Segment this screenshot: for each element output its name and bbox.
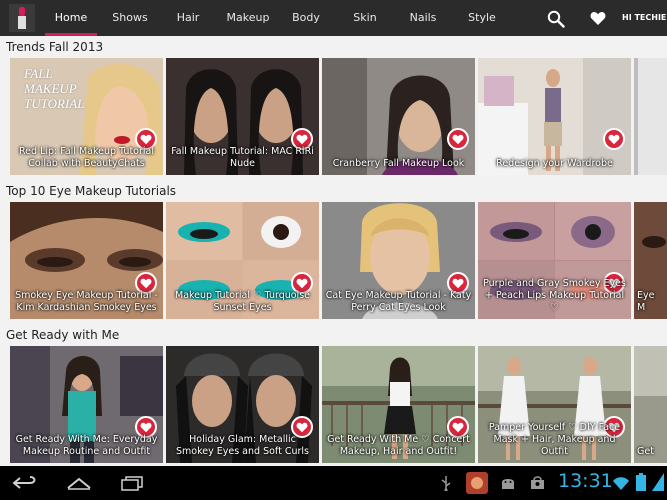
back-arrow-icon[interactable] bbox=[12, 476, 38, 490]
video-card[interactable]: Pamper Yourself ♡ DIY Face Mask + Hair, … bbox=[478, 346, 631, 463]
video-card[interactable]: FALL MAKEUP TUTORIAL Red Lip: Fall Makeu… bbox=[10, 58, 163, 175]
tab-hair[interactable]: Hair bbox=[164, 0, 212, 36]
video-card[interactable] bbox=[634, 58, 667, 175]
home-icon[interactable] bbox=[66, 477, 92, 490]
video-caption: Cat Eye Makeup Tutorial - Katy Perry Cat… bbox=[325, 290, 472, 313]
tab-nails[interactable]: Nails bbox=[398, 0, 448, 36]
top-action-bar: Home Shows Hair Makeup Body Skin Nails S… bbox=[0, 0, 667, 36]
tab-style[interactable]: Style bbox=[458, 0, 506, 36]
android-robot-icon bbox=[502, 479, 514, 489]
video-card[interactable]: Cranberry Fall Makeup Look bbox=[322, 58, 475, 175]
video-caption: Pamper Yourself ♡ DIY Face Mask + Hair, … bbox=[488, 422, 621, 457]
video-caption: Eye M bbox=[637, 290, 655, 313]
video-card[interactable]: Eye M bbox=[634, 202, 667, 319]
section-title: Get Ready with Me bbox=[6, 328, 120, 342]
content-area: Trends Fall 2013 FALL MAKEUP TUTORIAL Re… bbox=[0, 36, 667, 466]
video-card[interactable]: Get Ready With Me ♡ Concert Makeup, Hair… bbox=[322, 346, 475, 463]
video-caption: Purple and Gray Smokey Eyes + Peach Lips… bbox=[483, 278, 626, 313]
video-caption: Fall Makeup Tutorial: MAC RiRi Nude bbox=[171, 146, 314, 169]
app-logo-icon[interactable] bbox=[9, 4, 35, 32]
section-title: Trends Fall 2013 bbox=[6, 40, 104, 54]
video-card[interactable]: Fall Makeup Tutorial: MAC RiRi Nude bbox=[166, 58, 319, 175]
video-thumbnail bbox=[634, 58, 667, 175]
video-card[interactable]: Cat Eye Makeup Tutorial - Katy Perry Cat… bbox=[322, 202, 475, 319]
favorite-button[interactable] bbox=[603, 128, 625, 150]
video-card[interactable]: Holiday Glam: Metallic Smokey Eyes and S… bbox=[166, 346, 319, 463]
video-card[interactable]: Purple and Gray Smokey Eyes + Peach Lips… bbox=[478, 202, 631, 319]
bag-icon bbox=[531, 476, 544, 489]
video-caption: Cranberry Fall Makeup Look bbox=[332, 158, 465, 169]
video-caption: Red Lip: Fall Makeup Tutorial Collab wit… bbox=[19, 146, 154, 169]
tab-body[interactable]: Body bbox=[282, 0, 330, 36]
app-notification-icon bbox=[466, 472, 488, 494]
video-caption: Get bbox=[637, 446, 654, 457]
search-icon[interactable] bbox=[547, 10, 565, 28]
video-card[interactable]: Makeup Tutorial ♡ Turquoise Sunset Eyes bbox=[166, 202, 319, 319]
user-greeting[interactable]: HI TECHIE bbox=[622, 0, 666, 36]
signal-icon bbox=[652, 473, 664, 491]
video-caption: Get Ready With Me ♡ Concert Makeup, Hair… bbox=[327, 434, 470, 457]
tab-makeup[interactable]: Makeup bbox=[222, 0, 274, 36]
favorite-button[interactable] bbox=[447, 128, 469, 150]
section-title: Top 10 Eye Makeup Tutorials bbox=[6, 184, 177, 198]
tab-shows[interactable]: Shows bbox=[104, 0, 156, 36]
video-caption: Get Ready With Me: Everyday Makeup Routi… bbox=[15, 434, 158, 457]
video-card[interactable]: Smokey Eye Makeup Tutorial - Kim Kardash… bbox=[10, 202, 163, 319]
heart-icon bbox=[452, 134, 464, 145]
usb-icon bbox=[441, 476, 451, 491]
wifi-icon bbox=[613, 477, 629, 490]
heart-icon bbox=[608, 134, 620, 145]
thumbnail-title-text: FALL MAKEUP TUTORIAL bbox=[24, 66, 85, 111]
video-card[interactable]: Get bbox=[634, 346, 667, 463]
video-caption: Holiday Glam: Metallic Smokey Eyes and S… bbox=[176, 434, 309, 457]
video-caption: Redesign your Wardrobe bbox=[496, 158, 613, 169]
tab-skin[interactable]: Skin bbox=[342, 0, 388, 36]
tab-home[interactable]: Home bbox=[45, 0, 97, 36]
recent-apps-icon[interactable] bbox=[120, 476, 144, 491]
video-caption: Makeup Tutorial ♡ Turquoise Sunset Eyes bbox=[175, 290, 310, 313]
video-card[interactable]: Get Ready With Me: Everyday Makeup Routi… bbox=[10, 346, 163, 463]
video-caption: Smokey Eye Makeup Tutorial - Kim Kardash… bbox=[15, 290, 158, 313]
video-card[interactable]: Redesign your Wardrobe bbox=[478, 58, 631, 175]
favorites-heart-icon[interactable] bbox=[590, 11, 606, 26]
system-navigation-bar: 13:31 bbox=[0, 466, 667, 500]
status-clock[interactable]: 13:31 bbox=[558, 470, 613, 492]
battery-icon bbox=[636, 473, 646, 491]
